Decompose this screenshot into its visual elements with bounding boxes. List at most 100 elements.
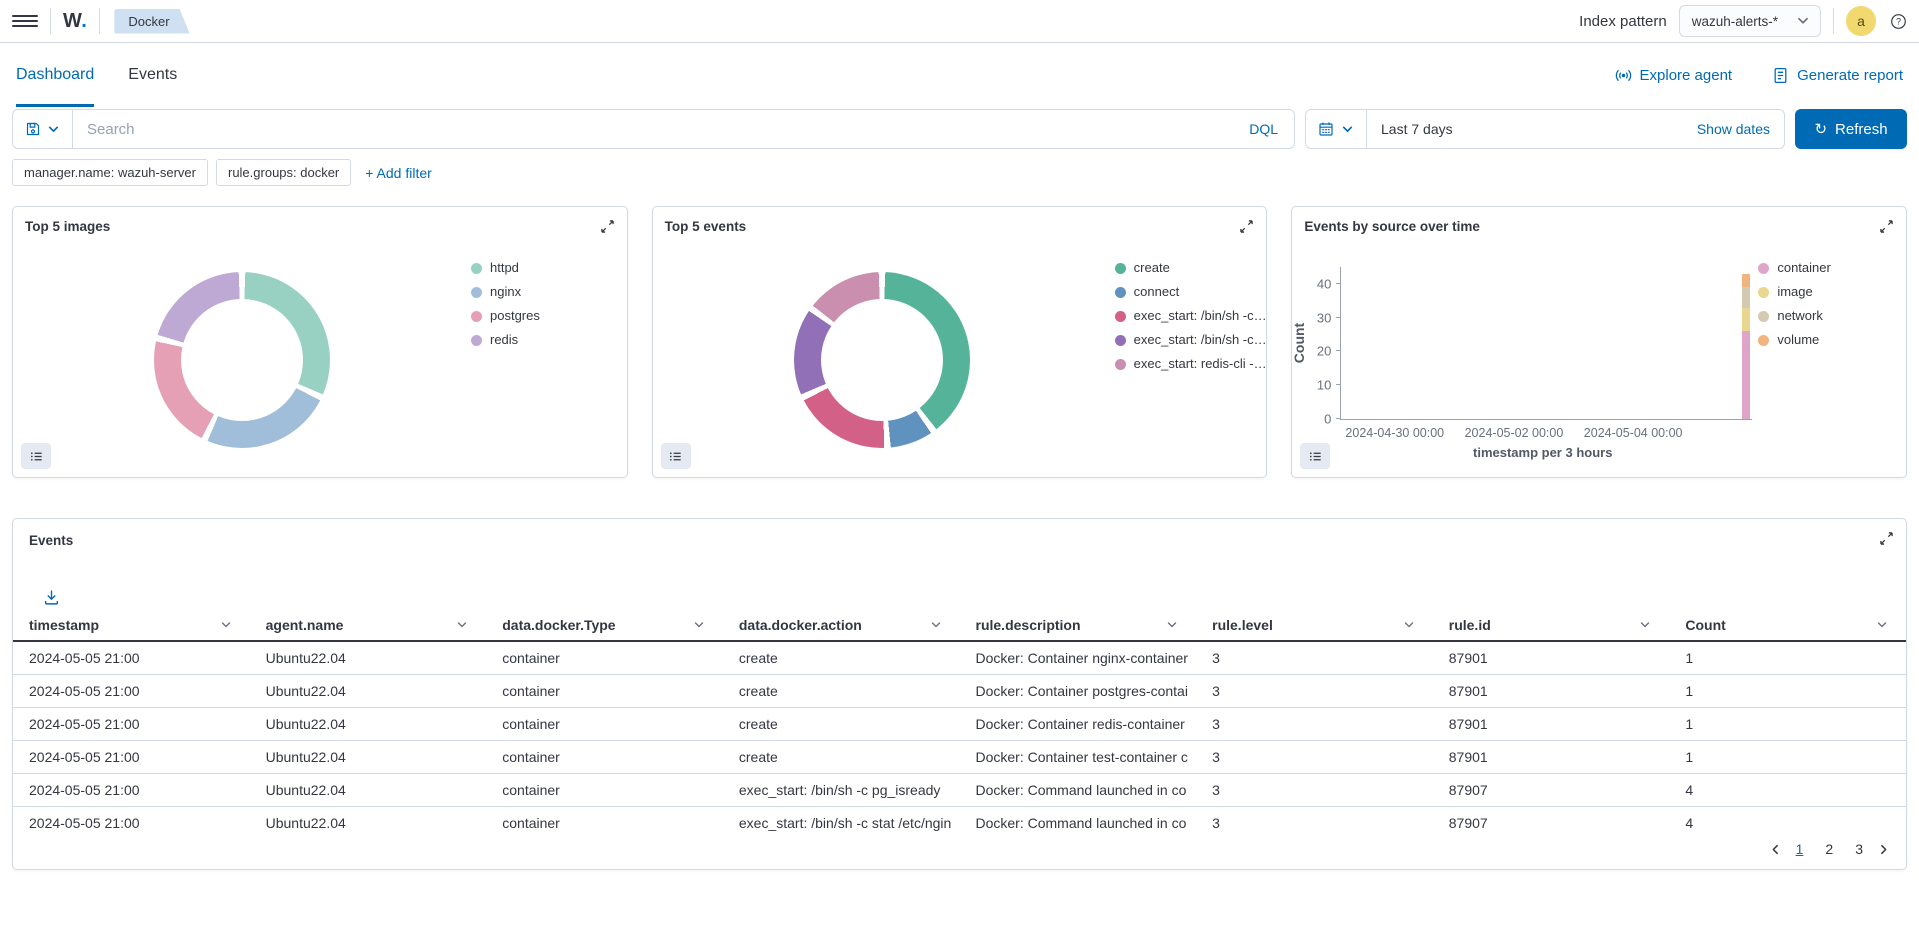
page-button-3[interactable]: 3 [1851,839,1867,859]
table-cell: create [723,708,960,741]
column-header-rule.description: rule.description [960,612,1197,641]
tab-events[interactable]: Events [128,43,177,107]
legend-item[interactable]: exec_start: /bin/sh -c… [1115,333,1267,347]
column-header-button[interactable]: data.docker.Type [502,617,709,633]
legend-dot-icon [471,287,482,298]
breadcrumb-docker[interactable]: Docker [114,9,189,34]
table-cell: Ubuntu22.04 [250,641,487,675]
legend-item[interactable]: exec_start: /bin/sh -c… [1115,309,1267,323]
help-icon[interactable]: ? [1890,13,1907,30]
expand-icon[interactable] [1877,217,1896,236]
time-range-value[interactable]: Last 7 days [1367,121,1453,137]
legend-toggle-button[interactable] [661,443,691,469]
legend-item[interactable]: nginx [471,285,540,299]
column-header-button[interactable]: rule.level [1212,617,1419,633]
table-cell: exec_start: /bin/sh -c stat /etc/ngin [723,807,960,839]
download-csv-icon[interactable] [41,587,62,608]
page-button-1[interactable]: 1 [1792,839,1808,859]
legend-item[interactable]: exec_start: redis-cli -… [1115,357,1267,371]
column-header-button[interactable]: rule.id [1449,617,1656,633]
filter-pill-rule-groups[interactable]: rule.groups: docker [216,159,351,186]
show-dates-link[interactable]: Show dates [1697,121,1784,137]
legend-item[interactable]: postgres [471,309,540,323]
legend-label: exec_start: redis-cli -… [1134,357,1267,371]
column-header-rule.level: rule.level [1196,612,1433,641]
panel-title: Events [29,533,73,548]
bar-segment-image[interactable] [1742,308,1750,332]
y-tick-label: 10 [1317,378,1331,393]
expand-icon[interactable] [598,217,617,236]
table-cell: 1 [1669,675,1906,708]
next-page-icon[interactable] [1877,843,1890,856]
tab-dashboard[interactable]: Dashboard [16,43,94,107]
panel-events-by-source: Events by source over time Count timesta… [1291,206,1907,478]
filter-pill-manager-name[interactable]: manager.name: wazuh-server [12,159,208,186]
table-cell: 2024-05-05 21:00 [13,741,250,774]
table-row: 2024-05-05 21:00Ubuntu22.04containerexec… [13,807,1906,839]
index-pattern-select[interactable]: wazuh-alerts-* [1679,5,1821,37]
avatar[interactable]: a [1846,6,1876,36]
column-header-rule.id: rule.id [1433,612,1670,641]
add-filter-link[interactable]: + Add filter [365,165,432,181]
legend-item[interactable]: container [1758,261,1830,275]
bar-segment-volume[interactable] [1742,274,1750,288]
page-button-2[interactable]: 2 [1821,839,1837,859]
table-cell: Ubuntu22.04 [250,807,487,839]
explore-agent-button[interactable]: Explore agent [1615,67,1733,84]
table-cell: 87907 [1433,774,1670,807]
legend-toggle-button[interactable] [1300,443,1330,469]
legend-item[interactable]: volume [1758,333,1830,347]
report-document-icon [1772,67,1789,84]
legend-item[interactable]: connect [1115,285,1267,299]
chevron-down-icon [47,123,60,136]
legend-dot-icon [471,335,482,346]
bar-chart-plot[interactable]: Count timestamp per 3 hours 010203040202… [1340,267,1752,420]
hamburger-menu-icon[interactable] [12,8,38,34]
table-cell: 87901 [1433,741,1670,774]
y-tick-mark [1336,350,1341,351]
table-cell: 4 [1669,774,1906,807]
expand-icon[interactable] [1877,529,1896,548]
legend-item[interactable]: redis [471,333,540,347]
legend-dot-icon [1758,263,1769,274]
column-header-button[interactable]: data.docker.action [739,617,946,633]
stacked-bar[interactable] [1742,267,1750,419]
refresh-button[interactable]: ↻ Refresh [1795,109,1907,149]
column-header-button[interactable]: rule.description [976,617,1183,633]
legend-item[interactable]: network [1758,309,1830,323]
expand-icon[interactable] [1237,217,1256,236]
legend-item[interactable]: image [1758,285,1830,299]
legend-dot-icon [1115,287,1126,298]
table-cell: 1 [1669,741,1906,774]
column-header-button[interactable]: Count [1685,617,1892,633]
generate-report-button[interactable]: Generate report [1772,67,1903,84]
table-cell: 1 [1669,708,1906,741]
donut-chart-top5-images[interactable] [154,272,330,448]
saved-queries-button[interactable] [13,110,72,148]
legend-item[interactable]: httpd [471,261,540,275]
legend-dot-icon [471,311,482,322]
search-input[interactable] [73,121,1233,138]
events-table-scroll-area[interactable]: timestamp agent.name data.docker.Type data.… [13,612,1906,838]
bar-segment-container[interactable] [1742,331,1750,419]
legend-item[interactable]: create [1115,261,1267,275]
donut-chart-top5-events[interactable] [794,272,970,448]
bar-segment-network[interactable] [1742,287,1750,307]
legend-dot-icon [1115,335,1126,346]
table-row: 2024-05-05 21:00Ubuntu22.04containerexec… [13,774,1906,807]
query-language-button[interactable]: DQL [1233,121,1294,137]
previous-page-icon[interactable] [1769,843,1782,856]
table-cell: exec_start: /bin/sh -c pg_isready [723,774,960,807]
table-cell: container [486,675,723,708]
wazuh-logo[interactable]: W. [63,10,87,33]
column-header-button[interactable]: agent.name [266,617,473,633]
table-cell: 3 [1196,807,1433,839]
save-icon [25,121,41,137]
table-row: 2024-05-05 21:00Ubuntu22.04containercrea… [13,741,1906,774]
legend-toggle-button[interactable] [21,443,51,469]
calendar-menu-button[interactable] [1306,110,1366,148]
table-cell: 2024-05-05 21:00 [13,774,250,807]
column-header-button[interactable]: timestamp [29,617,236,633]
legend-label: httpd [490,261,519,275]
column-header-timestamp: timestamp [13,612,250,641]
